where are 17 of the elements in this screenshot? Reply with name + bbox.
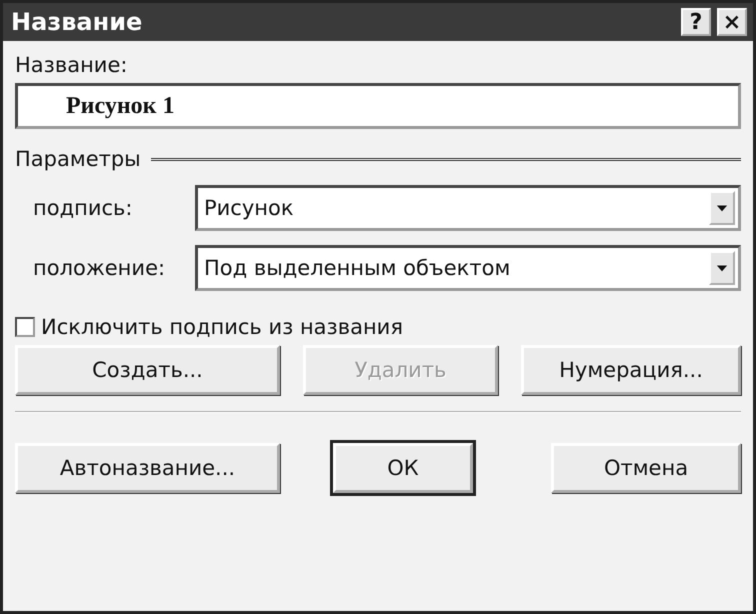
caption-label: Название: [15, 53, 128, 77]
group-title: Параметры [15, 147, 141, 171]
dialog-button[interactable]: Нумерация... [521, 345, 741, 395]
checkbox[interactable] [15, 317, 35, 337]
dialog-button[interactable]: Автоназвание... [15, 443, 280, 493]
checkbox-label: Исключить подпись из названия [41, 315, 403, 339]
dropdown-field[interactable]: Рисунок [195, 185, 741, 231]
combo-label: положение: [32, 256, 166, 280]
dialog-button[interactable]: ОК [333, 443, 473, 493]
dropdown-field[interactable]: Под выделенным объектом [195, 245, 741, 291]
window-title: Название [11, 8, 144, 36]
dialog-button[interactable]: Создать... [15, 345, 280, 395]
help-button[interactable]: ? [681, 8, 711, 36]
caption-field[interactable]: Рисунок 1 [15, 83, 741, 129]
close-button[interactable]: × [717, 8, 747, 36]
dialog-button[interactable]: Отмена [551, 443, 741, 493]
combo-label: подпись: [32, 196, 134, 220]
